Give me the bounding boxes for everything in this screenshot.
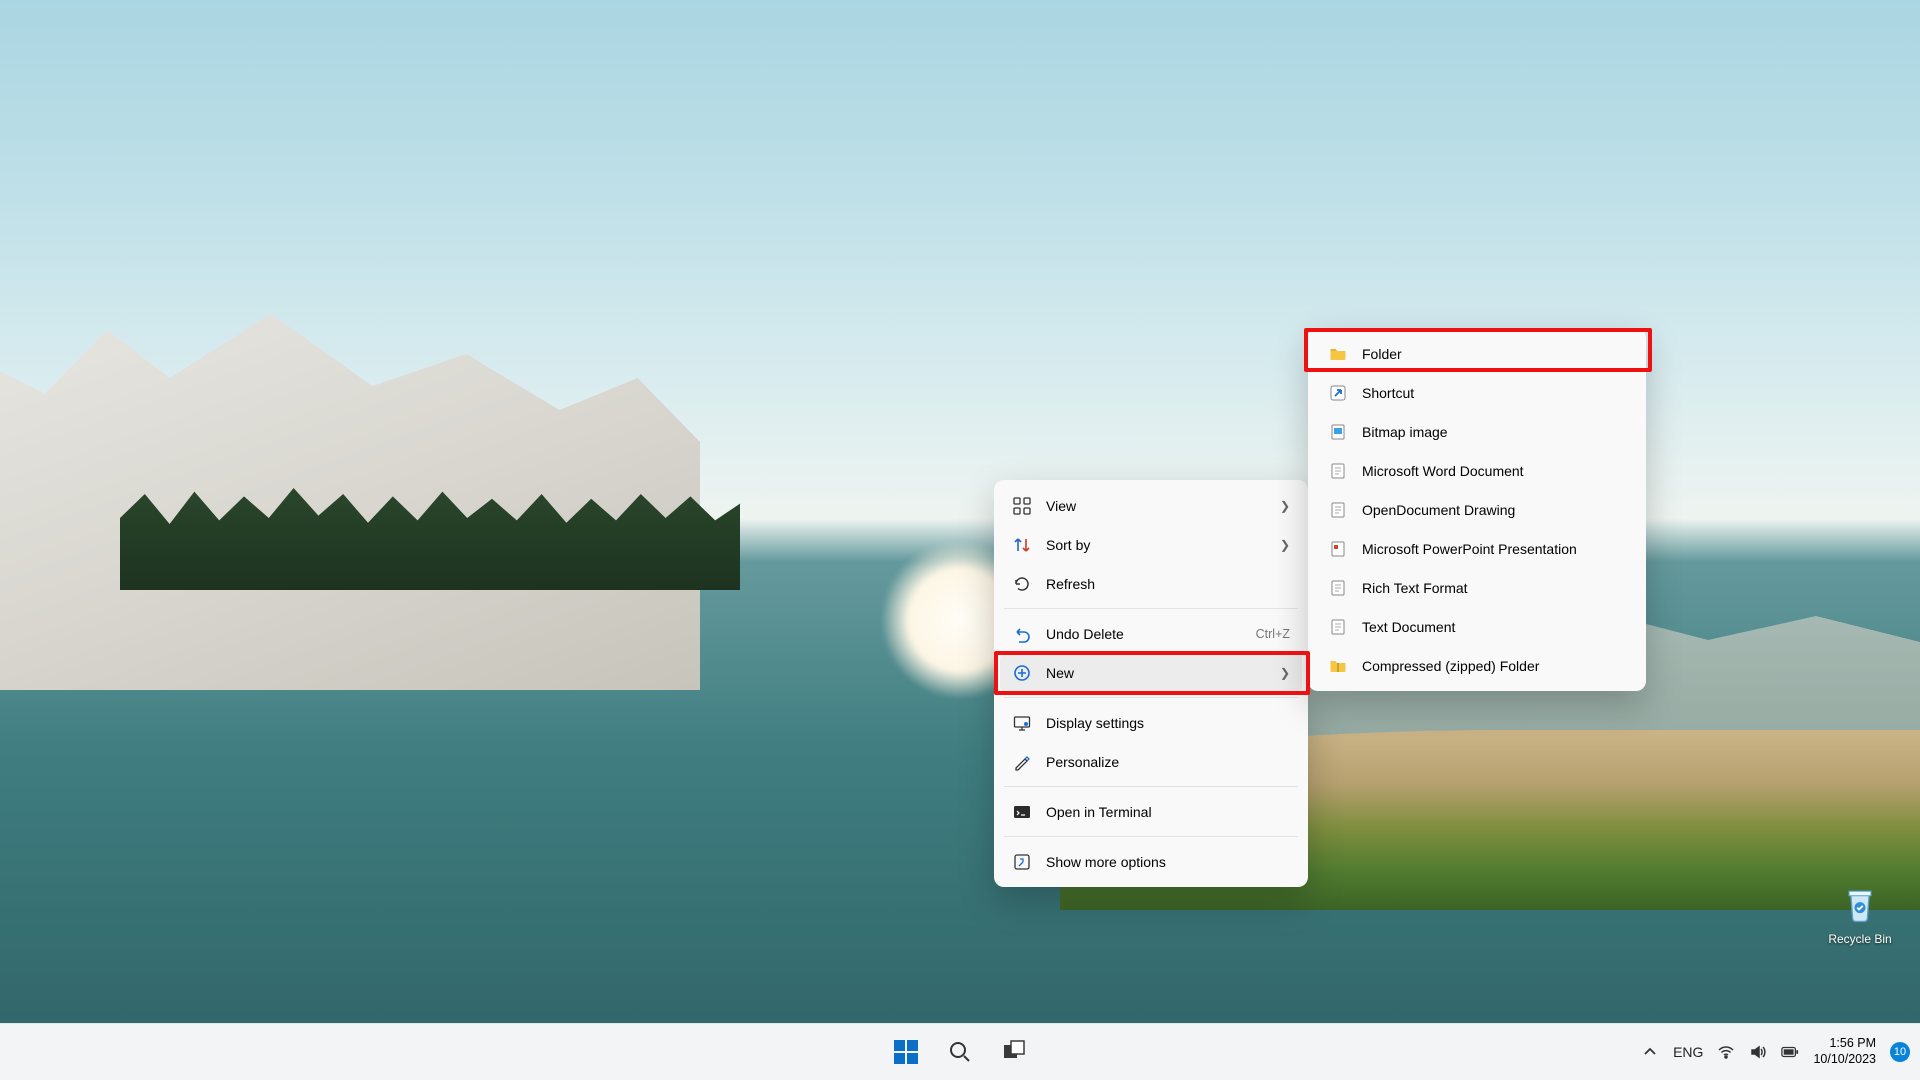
menu-label: New [1046,665,1270,681]
submenu-item-shortcut[interactable]: Shortcut [1314,373,1640,412]
tray-notification-badge[interactable]: 10 [1890,1042,1910,1062]
menu-separator [1004,608,1298,609]
menu-item-refresh[interactable]: Refresh [1000,564,1302,603]
desktop-icon-recycle-bin[interactable]: Recycle Bin [1815,880,1905,946]
chevron-right-icon: ❯ [1280,538,1290,552]
menu-separator [1004,836,1298,837]
submenu-label: Microsoft Word Document [1362,463,1524,479]
menu-item-show-more-options[interactable]: Show more options [1000,842,1302,881]
rtf-icon [1328,578,1348,598]
taskbar-center [884,1030,1036,1074]
submenu-label: Text Document [1362,619,1455,635]
submenu-item-rich-text[interactable]: Rich Text Format [1314,568,1640,607]
tray-battery-icon[interactable] [1781,1043,1799,1061]
desktop-context-menu: View ❯ Sort by ❯ Refresh Undo Delete Ctr… [994,480,1308,887]
menu-item-undo-delete[interactable]: Undo Delete Ctrl+Z [1000,614,1302,653]
notification-count: 10 [1894,1046,1906,1058]
language-label: ENG [1673,1044,1703,1060]
menu-separator [1004,786,1298,787]
menu-item-new[interactable]: New ❯ [1000,653,1302,692]
menu-label: Refresh [1046,576,1290,592]
personalize-icon [1012,752,1032,772]
taskbar: ENG 1:56 PM 10/10/2023 10 [0,1023,1920,1080]
tray-date: 10/10/2023 [1813,1052,1876,1068]
menu-label: Display settings [1046,715,1290,731]
menu-shortcut: Ctrl+Z [1256,627,1290,641]
word-doc-icon [1328,461,1348,481]
tray-clock[interactable]: 1:56 PM 10/10/2023 [1813,1036,1876,1067]
new-icon [1012,663,1032,683]
chevron-right-icon: ❯ [1280,499,1290,513]
shortcut-icon [1328,383,1348,403]
new-submenu: Folder Shortcut Bitmap image Microsoft W… [1308,328,1646,691]
ppt-icon [1328,539,1348,559]
submenu-label: Folder [1362,346,1402,362]
bitmap-icon [1328,422,1348,442]
chevron-right-icon: ❯ [1280,666,1290,680]
menu-item-personalize[interactable]: Personalize [1000,742,1302,781]
wallpaper-mountain [0,290,700,690]
submenu-item-text-document[interactable]: Text Document [1314,607,1640,646]
undo-icon [1012,624,1032,644]
odg-icon [1328,500,1348,520]
menu-label: View [1046,498,1270,514]
start-button[interactable] [884,1030,928,1074]
submenu-label: Bitmap image [1362,424,1448,440]
submenu-label: OpenDocument Drawing [1362,502,1515,518]
menu-item-view[interactable]: View ❯ [1000,486,1302,525]
submenu-item-bitmap-image[interactable]: Bitmap image [1314,412,1640,451]
txt-icon [1328,617,1348,637]
submenu-item-powerpoint[interactable]: Microsoft PowerPoint Presentation [1314,529,1640,568]
search-button[interactable] [938,1030,982,1074]
tray-wifi-icon[interactable] [1717,1043,1735,1061]
submenu-item-folder[interactable]: Folder [1314,334,1640,373]
terminal-icon [1012,802,1032,822]
menu-item-display-settings[interactable]: Display settings [1000,703,1302,742]
taskbar-system-tray: ENG 1:56 PM 10/10/2023 10 [1641,1024,1910,1080]
tray-overflow-button[interactable] [1641,1043,1659,1061]
menu-label: Personalize [1046,754,1290,770]
submenu-item-opendocument-drawing[interactable]: OpenDocument Drawing [1314,490,1640,529]
tray-language[interactable]: ENG [1673,1044,1703,1060]
recycle-bin-icon [1836,880,1884,928]
sort-icon [1012,535,1032,555]
submenu-item-zip-folder[interactable]: Compressed (zipped) Folder [1314,646,1640,685]
menu-label: Show more options [1046,854,1290,870]
view-icon [1012,496,1032,516]
menu-item-open-in-terminal[interactable]: Open in Terminal [1000,792,1302,831]
menu-label: Undo Delete [1046,626,1240,642]
zip-folder-icon [1328,656,1348,676]
task-view-button[interactable] [992,1030,1036,1074]
menu-separator [1004,697,1298,698]
submenu-label: Rich Text Format [1362,580,1468,596]
submenu-item-word-document[interactable]: Microsoft Word Document [1314,451,1640,490]
menu-label: Sort by [1046,537,1270,553]
show-more-icon [1012,852,1032,872]
refresh-icon [1012,574,1032,594]
tray-time: 1:56 PM [1813,1036,1876,1052]
menu-item-sort-by[interactable]: Sort by ❯ [1000,525,1302,564]
submenu-label: Microsoft PowerPoint Presentation [1362,541,1577,557]
submenu-label: Shortcut [1362,385,1414,401]
display-settings-icon [1012,713,1032,733]
tray-volume-icon[interactable] [1749,1043,1767,1061]
menu-label: Open in Terminal [1046,804,1290,820]
submenu-label: Compressed (zipped) Folder [1362,658,1539,674]
recycle-bin-label: Recycle Bin [1815,932,1905,946]
folder-icon [1328,344,1348,364]
